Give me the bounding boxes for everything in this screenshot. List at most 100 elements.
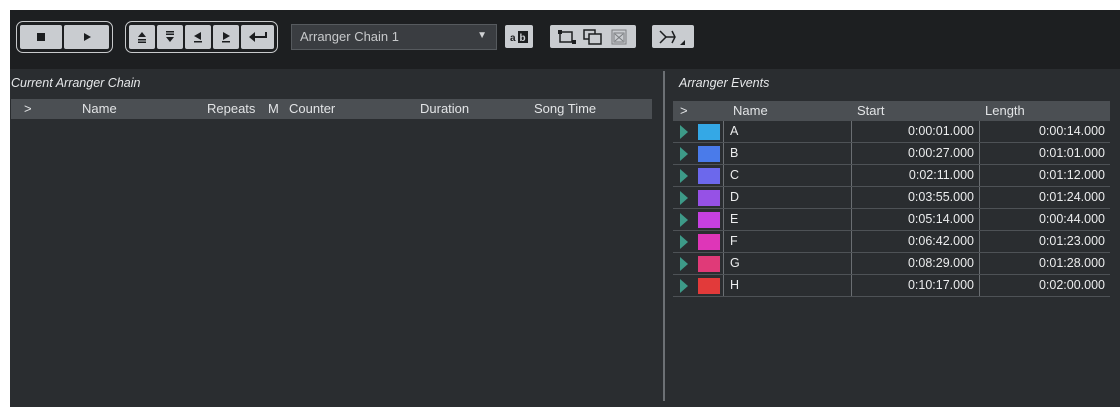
move-down-button[interactable] xyxy=(157,25,183,49)
remove-chain-icon[interactable] xyxy=(609,29,629,45)
event-row[interactable]: D 0:03:55.000 0:01:24.000 xyxy=(673,187,1110,209)
chain-select-value: Arranger Chain 1 xyxy=(300,29,399,44)
flatten-chain-button[interactable] xyxy=(652,25,694,48)
jump-last-icon xyxy=(222,32,230,43)
event-start[interactable]: 0:00:01.000 xyxy=(851,121,979,142)
return-icon xyxy=(248,32,267,42)
flatten-chain-icon xyxy=(659,29,685,45)
svg-text:a: a xyxy=(510,33,516,44)
event-length[interactable]: 0:00:44.000 xyxy=(979,209,1110,230)
color-swatch xyxy=(698,255,720,272)
return-button[interactable] xyxy=(241,25,274,49)
play-event-button[interactable] xyxy=(673,187,695,208)
play-event-button[interactable] xyxy=(673,231,695,252)
event-color-cell[interactable] xyxy=(695,253,723,274)
move-up-button[interactable] xyxy=(129,25,155,49)
event-length[interactable]: 0:01:24.000 xyxy=(979,187,1110,208)
play-icon xyxy=(83,33,91,41)
play-triangle-icon xyxy=(680,190,688,205)
col-duration[interactable]: Duration xyxy=(415,99,529,119)
col-marker[interactable] xyxy=(40,99,70,119)
play-triangle-icon xyxy=(680,234,688,249)
event-name[interactable]: G xyxy=(723,253,851,274)
chain-select[interactable]: Arranger Chain 1 ▼ xyxy=(291,24,497,50)
play-button[interactable] xyxy=(64,25,109,49)
event-color-cell[interactable] xyxy=(695,275,723,296)
play-event-button[interactable] xyxy=(673,121,695,142)
play-triangle-icon xyxy=(680,212,688,227)
rename-ab-icon: a b xyxy=(510,30,528,44)
color-swatch xyxy=(698,167,720,184)
arranger-chain-window: Arranger Chain 1 ▼ a b Current Arranger xyxy=(10,10,1120,407)
col-mode[interactable]: M xyxy=(263,99,284,119)
toolbar: Arranger Chain 1 ▼ a b xyxy=(10,10,1120,69)
play-triangle-icon xyxy=(680,168,688,183)
col-expand[interactable]: > xyxy=(673,101,695,121)
event-length[interactable]: 0:02:00.000 xyxy=(979,275,1110,296)
event-name[interactable]: C xyxy=(723,165,851,186)
event-length[interactable]: 0:01:12.000 xyxy=(979,165,1110,186)
event-start[interactable]: 0:08:29.000 xyxy=(851,253,979,274)
event-color-cell[interactable] xyxy=(695,165,723,186)
color-swatch xyxy=(698,277,720,294)
event-length[interactable]: 0:01:23.000 xyxy=(979,231,1110,252)
col-color[interactable] xyxy=(695,101,723,121)
event-row[interactable]: A 0:00:01.000 0:00:14.000 xyxy=(673,121,1110,143)
event-color-cell[interactable] xyxy=(695,143,723,164)
event-row[interactable]: B 0:00:27.000 0:01:01.000 xyxy=(673,143,1110,165)
play-triangle-icon xyxy=(680,146,688,161)
event-start[interactable]: 0:06:42.000 xyxy=(851,231,979,252)
event-length[interactable]: 0:00:14.000 xyxy=(979,121,1110,142)
stop-button[interactable] xyxy=(20,25,62,49)
col-repeats[interactable]: Repeats xyxy=(202,99,263,119)
panel-divider[interactable] xyxy=(663,71,665,401)
new-chain-icon[interactable] xyxy=(557,29,577,45)
col-name[interactable]: Name xyxy=(723,101,851,121)
col-expand[interactable]: > xyxy=(11,99,40,119)
play-event-button[interactable] xyxy=(673,275,695,296)
chain-actions-group xyxy=(550,25,636,48)
event-row[interactable]: H 0:10:17.000 0:02:00.000 xyxy=(673,275,1110,297)
event-length[interactable]: 0:01:01.000 xyxy=(979,143,1110,164)
play-event-button[interactable] xyxy=(673,165,695,186)
event-name[interactable]: D xyxy=(723,187,851,208)
event-start[interactable]: 0:02:11.000 xyxy=(851,165,979,186)
play-triangle-icon xyxy=(680,256,688,271)
play-triangle-icon xyxy=(680,124,688,139)
event-row[interactable]: C 0:02:11.000 0:01:12.000 xyxy=(673,165,1110,187)
event-name[interactable]: E xyxy=(723,209,851,230)
event-start[interactable]: 0:10:17.000 xyxy=(851,275,979,296)
play-event-button[interactable] xyxy=(673,209,695,230)
event-color-cell[interactable] xyxy=(695,187,723,208)
current-chain-title: Current Arranger Chain xyxy=(11,76,141,90)
jump-last-button[interactable] xyxy=(213,25,239,49)
event-color-cell[interactable] xyxy=(695,209,723,230)
event-row[interactable]: E 0:05:14.000 0:00:44.000 xyxy=(673,209,1110,231)
event-start[interactable]: 0:03:55.000 xyxy=(851,187,979,208)
event-row[interactable]: G 0:08:29.000 0:01:28.000 xyxy=(673,253,1110,275)
col-counter[interactable]: Counter xyxy=(284,99,415,119)
event-length[interactable]: 0:01:28.000 xyxy=(979,253,1110,274)
event-row[interactable]: F 0:06:42.000 0:01:23.000 xyxy=(673,231,1110,253)
event-name[interactable]: A xyxy=(723,121,851,142)
event-color-cell[interactable] xyxy=(695,121,723,142)
color-swatch xyxy=(698,211,720,228)
play-event-button[interactable] xyxy=(673,143,695,164)
duplicate-chain-icon[interactable] xyxy=(583,28,603,45)
jump-first-button[interactable] xyxy=(185,25,211,49)
event-name[interactable]: H xyxy=(723,275,851,296)
event-color-cell[interactable] xyxy=(695,231,723,252)
move-up-icon xyxy=(138,32,146,43)
col-song-time[interactable]: Song Time xyxy=(529,99,652,119)
event-start[interactable]: 0:00:27.000 xyxy=(851,143,979,164)
event-name[interactable]: B xyxy=(723,143,851,164)
play-event-button[interactable] xyxy=(673,253,695,274)
svg-text:b: b xyxy=(520,33,526,44)
rename-chain-button[interactable]: a b xyxy=(505,25,533,48)
col-length[interactable]: Length xyxy=(979,101,1110,121)
events-table-header: > Name Start Length xyxy=(673,101,1110,121)
event-name[interactable]: F xyxy=(723,231,851,252)
event-start[interactable]: 0:05:14.000 xyxy=(851,209,979,230)
col-name[interactable]: Name xyxy=(70,99,202,119)
col-start[interactable]: Start xyxy=(851,101,979,121)
